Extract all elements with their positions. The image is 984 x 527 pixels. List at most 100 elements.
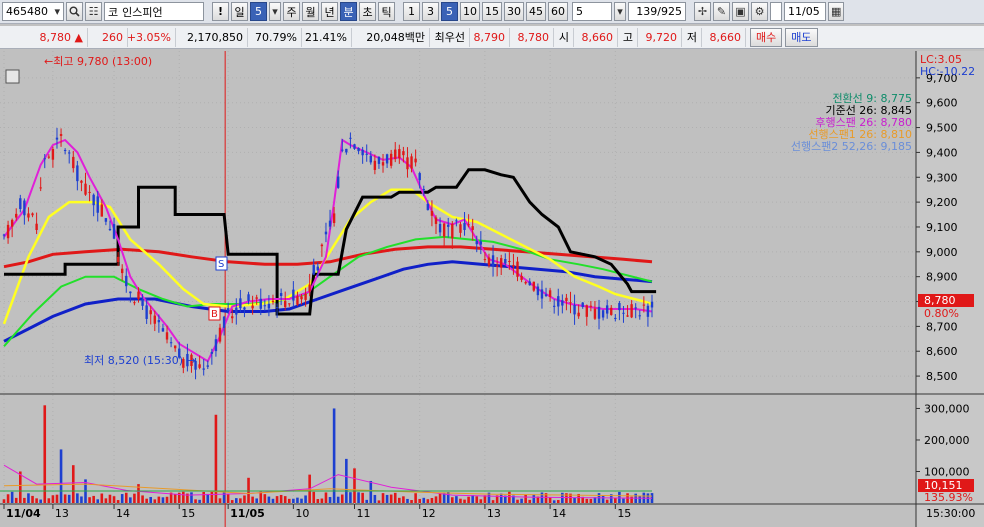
volume-bar xyxy=(479,499,483,503)
minute-button-5[interactable]: 5 xyxy=(441,2,458,21)
period-button-day[interactable]: 일 xyxy=(231,2,248,21)
minute-label: 45 xyxy=(529,5,543,18)
candle-up xyxy=(304,293,307,300)
stock-list-icon[interactable]: ☷ xyxy=(85,2,102,21)
chevron-down-icon[interactable]: ▾ xyxy=(54,5,60,18)
volume-bar xyxy=(96,499,100,503)
period-button-month[interactable]: 월 xyxy=(302,2,319,21)
search-icon[interactable] xyxy=(66,2,83,21)
volume-bar xyxy=(67,494,71,503)
minute-label: 3 xyxy=(427,5,434,18)
volume-bar xyxy=(153,499,157,503)
volume-bar xyxy=(88,497,91,503)
candle-down xyxy=(43,158,46,160)
period-label: 년 xyxy=(324,5,335,19)
minute-button-30[interactable]: 30 xyxy=(504,2,524,21)
stock-name-field[interactable]: 코 인스피언 xyxy=(104,2,204,21)
minute-button-10[interactable]: 10 xyxy=(460,2,480,21)
chevron-down-icon[interactable]: ▾ xyxy=(614,2,626,21)
change-percent: +3.05% xyxy=(127,27,176,47)
period-n-field[interactable]: 5 xyxy=(250,2,267,21)
candle-down xyxy=(341,149,344,151)
current-pct-tag: 0.80% xyxy=(924,307,959,320)
date-checkbox[interactable] xyxy=(770,2,782,21)
candle-down xyxy=(202,368,205,370)
candle-down xyxy=(55,137,59,140)
volume-bar xyxy=(275,496,279,503)
volume-bar xyxy=(552,500,556,503)
candle-down xyxy=(19,198,22,210)
best-label: 최우선 xyxy=(430,27,470,47)
volume-bar xyxy=(410,500,413,503)
candle-down xyxy=(475,240,478,245)
volume-bar xyxy=(365,499,369,503)
chevron-down-icon[interactable]: ▾ xyxy=(269,2,281,21)
candle-up xyxy=(6,224,10,239)
period-button-year[interactable]: 년 xyxy=(321,2,338,21)
high-annotation: ←최고 9,780 (13:00) xyxy=(44,55,152,68)
candle-down xyxy=(426,203,430,211)
candle-down xyxy=(169,342,173,344)
interval-field[interactable]: 5 xyxy=(572,2,612,21)
candle-up xyxy=(467,224,470,226)
volume-bar xyxy=(373,494,377,503)
draw-tool-icon[interactable]: ✎ xyxy=(713,2,730,21)
candle-up xyxy=(459,224,462,233)
candle-up xyxy=(373,160,377,170)
volume-bar xyxy=(520,498,523,503)
volume-bar xyxy=(182,491,185,503)
candle-up xyxy=(251,305,254,309)
volume-bar xyxy=(418,498,421,503)
period-button-second[interactable]: 초 xyxy=(359,2,376,21)
minute-button-3[interactable]: 3 xyxy=(422,2,439,21)
gear-icon[interactable]: ⚙ xyxy=(751,2,768,21)
calendar-icon[interactable]: ▦ xyxy=(828,2,845,21)
candle-up xyxy=(80,180,83,183)
stock-chart[interactable]: 8,5008,6008,7008,8008,9009,0009,1009,200… xyxy=(0,51,984,527)
minute-button-45[interactable]: 45 xyxy=(526,2,546,21)
candle-down xyxy=(418,173,421,181)
volume-bar xyxy=(104,498,108,503)
current-price-tag-text: 8,780 xyxy=(924,294,956,307)
price-tick-label: 9,400 xyxy=(926,146,958,159)
sell-signal-label: S xyxy=(218,259,224,270)
time-tick-label: 12 xyxy=(422,507,436,520)
period-label: 일 xyxy=(234,5,245,19)
volume-bar xyxy=(467,496,470,503)
sell-button[interactable]: 매도 xyxy=(785,27,818,47)
buy-signal-label: B xyxy=(211,309,218,320)
price-tick-label: 8,600 xyxy=(926,345,958,358)
candle-down xyxy=(447,224,450,227)
stock-code-field[interactable]: 465480 ▾ xyxy=(2,2,64,21)
save-icon[interactable]: ▣ xyxy=(732,2,749,21)
chart-settings-icon[interactable] xyxy=(5,69,20,84)
candle-up xyxy=(516,261,519,277)
volume-bar xyxy=(263,494,267,503)
period-button-tick[interactable]: 틱 xyxy=(378,2,395,21)
volume-bar xyxy=(328,497,332,503)
volume-bar xyxy=(320,498,324,503)
price-tick-label: 9,600 xyxy=(926,97,958,110)
minute-button-15[interactable]: 15 xyxy=(482,2,502,21)
volume-bar xyxy=(2,499,6,503)
volume-bar xyxy=(573,497,576,503)
candle-up xyxy=(300,296,303,300)
volume-bar xyxy=(361,492,364,503)
volume-bar xyxy=(31,495,34,503)
date-field[interactable]: 11/05 xyxy=(784,2,826,21)
crosshair-icon[interactable]: ✢ xyxy=(694,2,711,21)
volume-bar xyxy=(116,500,120,503)
minute-button-60[interactable]: 60 xyxy=(548,2,568,21)
buy-button[interactable]: 매수 xyxy=(750,27,783,47)
count-field[interactable]: 139/925 xyxy=(628,2,686,21)
period-button-minute[interactable]: 분 xyxy=(340,2,357,21)
stock-name: 인스피언 xyxy=(122,5,163,19)
price-tick-label: 8,900 xyxy=(926,271,958,284)
candle-up xyxy=(508,260,511,263)
volume-bar xyxy=(292,498,295,503)
period-button-week[interactable]: 주 xyxy=(283,2,300,21)
volume-bar xyxy=(406,498,409,503)
alert-icon[interactable]: ! xyxy=(212,2,229,21)
minute-button-1[interactable]: 1 xyxy=(403,2,420,21)
candle-down xyxy=(235,307,238,315)
